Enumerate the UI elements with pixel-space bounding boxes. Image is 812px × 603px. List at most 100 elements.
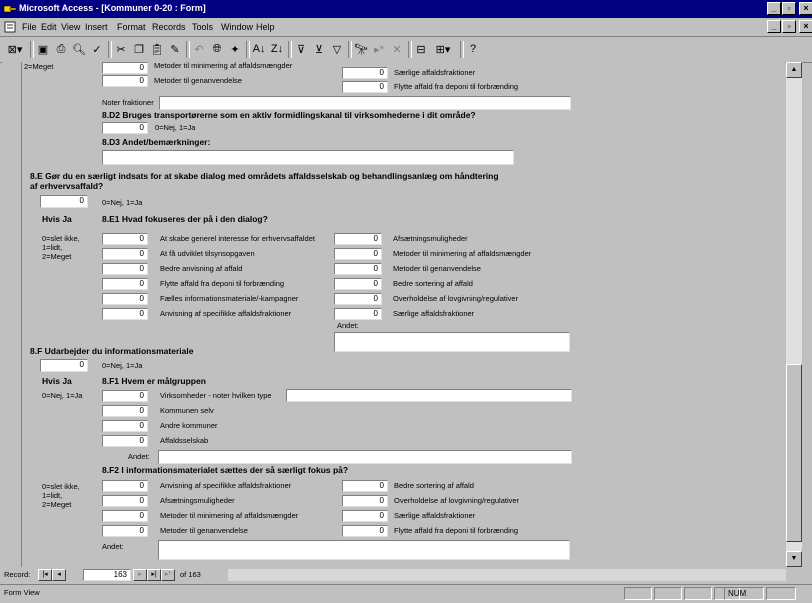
vertical-scrollbar[interactable]: ▲ ▼ [786,62,802,567]
minimize-button[interactable]: _ [767,2,781,15]
e1-right-label-1: Afsætningsmuligheder [393,234,468,243]
menu-records[interactable]: Records [152,22,186,32]
e1-left-field-1[interactable]: 0 [102,233,148,245]
e1-left-field-2[interactable]: 0 [102,248,148,260]
insert-hyperlink-icon[interactable]: 🌐︎ [209,41,225,57]
f1-virksomheder-type-input[interactable] [286,389,572,402]
print-icon[interactable]: ⎙ [53,41,69,57]
e1-left-field-5[interactable]: 0 [102,293,148,305]
noter-fraktioner-label: Noter fraktioner [102,98,154,107]
f1-label-3: Andre kommuner [160,421,218,430]
e-field[interactable]: 0 [40,195,88,208]
filter-by-form-icon[interactable]: ⊻ [311,41,327,57]
restore-button[interactable]: ▫ [782,2,796,15]
e1-right-field-2[interactable]: 0 [334,248,382,260]
sort-ascending-icon[interactable]: A↓ [251,41,267,57]
database-window-icon[interactable]: ⊟ [413,41,429,57]
e1-left-field-3[interactable]: 0 [102,263,148,275]
menu-edit[interactable]: Edit [41,22,57,32]
save-icon[interactable]: ▣ [35,41,51,57]
doc-restore-button[interactable]: ▫ [782,20,796,33]
e1-right-field-4[interactable]: 0 [334,278,382,290]
f2-left-field-3[interactable]: 0 [102,510,148,522]
horizontal-scroll-track[interactable] [228,569,786,581]
new-record-nav-button[interactable]: ▸* [161,569,175,581]
copy-icon[interactable]: ❐ [131,41,147,57]
f1-field-2[interactable]: 0 [102,405,148,417]
menu-window[interactable]: Window [221,22,253,32]
scroll-up-button[interactable]: ▲ [786,62,802,78]
f2-left-field-2[interactable]: 0 [102,495,148,507]
web-toolbar-icon[interactable]: ✦ [227,41,243,57]
f2-left-field-1[interactable]: 0 [102,480,148,492]
f2-left-label-3: Metoder til minimering af affaldsmængder [160,511,299,520]
menu-insert[interactable]: Insert [85,22,108,32]
format-painter-icon[interactable]: ✎ [167,41,183,57]
delete-record-icon[interactable]: ✕ [389,41,405,57]
first-record-button[interactable]: |◂ [38,569,52,581]
e1-left-field-4[interactable]: 0 [102,278,148,290]
e1-right-field-6[interactable]: 0 [334,308,382,320]
e1-left-label-1: At skabe generel interesse for erhvervsa… [160,234,315,243]
e1-right-field-5[interactable]: 0 [334,293,382,305]
last-record-button[interactable]: ▸| [147,569,161,581]
f-field[interactable]: 0 [40,359,88,372]
f2-andet-input[interactable] [158,540,570,560]
f1-field-3[interactable]: 0 [102,420,148,432]
d2-field[interactable]: 0 [102,122,148,134]
hvis-ja-label-f: Hvis Ja [42,376,72,386]
scroll-down-button[interactable]: ▼ [786,551,802,567]
menu-view[interactable]: View [61,22,80,32]
filter-by-selection-icon[interactable]: ⊽ [293,41,309,57]
f1-andet-input[interactable] [158,450,572,464]
previous-record-button[interactable]: ◂ [52,569,66,581]
form-doc-icon[interactable] [4,21,16,33]
f2-left-field-4[interactable]: 0 [102,525,148,537]
e1-andet-input[interactable] [334,332,570,352]
menu-help[interactable]: Help [256,22,275,32]
e1-right-field-1[interactable]: 0 [334,233,382,245]
e1-left-label-5: Fælles informationsmateriale/-kampagner [160,294,299,303]
apply-filter-icon[interactable]: ▽ [329,41,345,57]
doc-minimize-button[interactable]: _ [767,20,781,33]
find-icon[interactable]: 🔭︎ [353,41,369,57]
undo-icon[interactable]: ↶ [191,41,207,57]
top-left-field-2[interactable]: 0 [102,75,148,87]
view-dropdown-icon[interactable]: ⊠▾ [4,41,26,57]
new-record-icon[interactable]: ▸* [371,41,387,57]
noter-fraktioner-input[interactable] [159,96,571,110]
d3-remarks-input[interactable] [102,150,514,165]
menu-tools[interactable]: Tools [192,22,213,32]
next-record-button[interactable]: ▸ [133,569,147,581]
record-navigation-bar: Record: |◂ ◂ 163 ▸ ▸| ▸* of 163 [0,567,812,583]
f2-right-field-2[interactable]: 0 [342,495,388,507]
current-record-input[interactable]: 163 [83,569,131,581]
new-object-icon[interactable]: ⊞▾ [431,41,455,57]
help-icon[interactable]: ? [465,41,481,57]
top-right-field-1[interactable]: 0 [342,67,388,79]
doc-close-button[interactable]: × [799,20,812,33]
top-right-field-2[interactable]: 0 [342,81,388,93]
menu-format[interactable]: Format [117,22,146,32]
f1-field-1[interactable]: 0 [102,390,148,402]
spelling-icon[interactable]: ✓ [89,41,105,57]
scale-note-f2-0: 0=slet ikke, [42,482,80,491]
top-left-field-1[interactable]: 0 [102,62,148,74]
menu-file[interactable]: File [22,22,37,32]
f1-hint: 0=Nej, 1=Ja [42,391,83,400]
print-preview-icon[interactable]: 🔍︎ [71,41,87,57]
scroll-thumb[interactable] [786,364,802,542]
top-left-label-2: Metoder til genanvendelse [154,76,242,85]
f1-field-4[interactable]: 0 [102,435,148,447]
sort-descending-icon[interactable]: Z↓ [269,41,285,57]
e1-left-label-4: Flytte affald fra deponi til forbrænding [160,279,285,288]
e1-right-label-2: Metoder til minimering af affaldsmængder [393,249,532,258]
paste-icon[interactable]: 📋︎ [149,41,165,57]
f2-right-field-1[interactable]: 0 [342,480,388,492]
e1-right-field-3[interactable]: 0 [334,263,382,275]
f2-right-field-4[interactable]: 0 [342,525,388,537]
e1-left-field-6[interactable]: 0 [102,308,148,320]
f2-right-field-3[interactable]: 0 [342,510,388,522]
close-button[interactable]: × [799,2,812,15]
cut-icon[interactable]: ✂ [113,41,129,57]
